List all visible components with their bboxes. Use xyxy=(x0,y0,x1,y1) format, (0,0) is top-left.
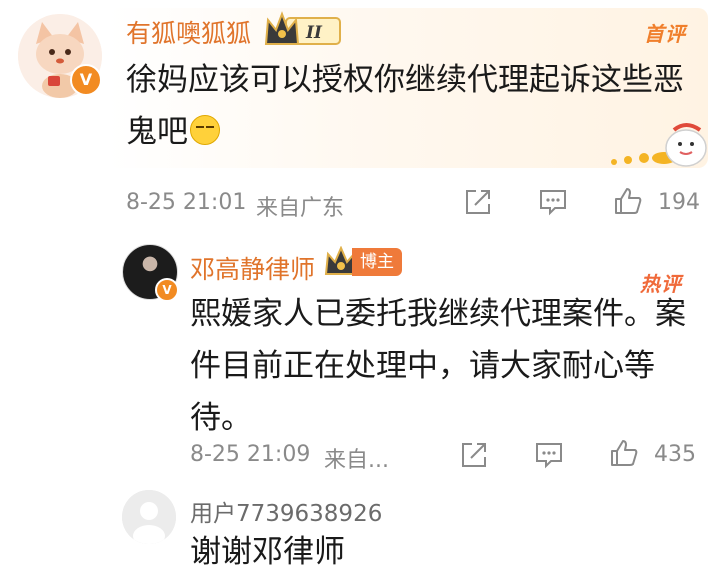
thinking-emoji-icon xyxy=(190,115,220,145)
comment-location: 来自广东 xyxy=(256,196,345,221)
avatar[interactable] xyxy=(122,490,176,544)
decorative-mascot-icon xyxy=(611,123,707,167)
like-count: 435 xyxy=(654,442,696,467)
level-badge-label: II xyxy=(305,23,323,43)
reply-username[interactable]: 邓高静律师 xyxy=(190,250,315,286)
reply-time: 8-25 21:09 xyxy=(190,442,311,467)
verified-badge-icon: V xyxy=(70,64,102,96)
author-badge: 博主 xyxy=(352,248,402,276)
reply-text: 熙媛家人已委托我继续代理案件。案件目前正在处理中，请大家耐心等待。 xyxy=(190,296,686,436)
share-icon[interactable] xyxy=(459,440,489,470)
comment-icon[interactable] xyxy=(534,440,564,470)
first-comment-tag: 首评 xyxy=(644,22,686,46)
like-icon[interactable] xyxy=(613,186,643,216)
reply-text: 谢谢邓律师 xyxy=(190,534,345,570)
comment-username[interactable]: 有狐噢狐狐 xyxy=(126,14,251,50)
reply-username[interactable]: 用户7739638926 xyxy=(190,494,382,528)
comment-text: 徐妈应该可以授权你继续代理起诉这些恶鬼吧 xyxy=(126,54,686,158)
crown-icon: II xyxy=(264,11,341,45)
verified-badge-icon: V xyxy=(155,278,179,302)
reply-location: 来自... xyxy=(324,448,389,473)
like-count: 194 xyxy=(658,190,700,215)
comment-time: 8-25 21:01 xyxy=(126,190,247,215)
like-icon[interactable] xyxy=(609,438,639,468)
share-icon[interactable] xyxy=(463,187,493,217)
default-avatar-icon xyxy=(122,490,176,544)
comment-icon[interactable] xyxy=(538,187,568,217)
